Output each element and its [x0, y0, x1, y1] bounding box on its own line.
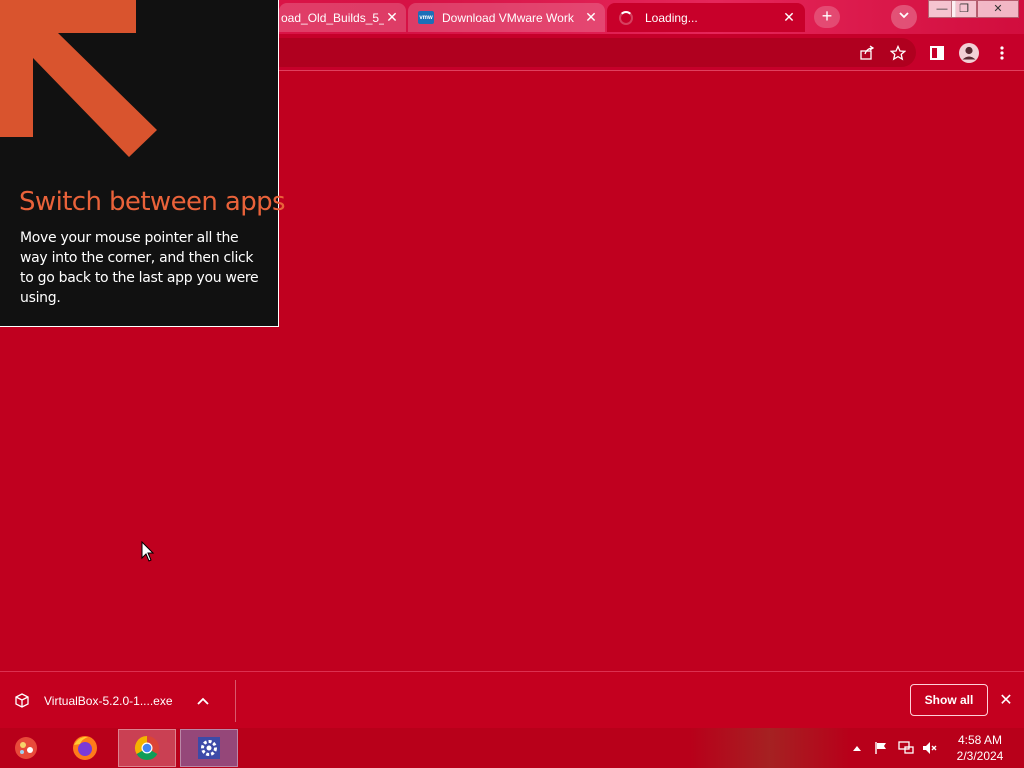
tab-title: Download VMware Work: [442, 10, 574, 25]
volume-muted-icon[interactable]: [920, 728, 940, 768]
tab-title: oad_Old_Builds_5_: [281, 10, 384, 25]
network-icon[interactable]: [897, 728, 915, 768]
chevron-up-icon[interactable]: [196, 696, 209, 706]
restore-button[interactable]: ❐: [951, 0, 977, 18]
download-shelf: VirtualBox-5.2.0-1....exe Show all ✕: [0, 671, 1024, 728]
share-icon[interactable]: [855, 34, 879, 71]
new-tab-button[interactable]: +: [814, 6, 840, 28]
tab-close-icon[interactable]: ✕: [781, 9, 797, 26]
firefox-icon[interactable]: [56, 729, 114, 767]
tab-loading[interactable]: Loading... ✕: [607, 3, 805, 32]
show-all-button[interactable]: Show all: [910, 684, 988, 716]
tab-old-builds[interactable]: oad_Old_Builds_5_ ✕: [279, 3, 406, 32]
hint-body: Move your mouse pointer all the way into…: [20, 230, 259, 306]
loading-spinner-icon: [619, 10, 633, 25]
tab-vmware[interactable]: vmw Download VMware Work ✕: [408, 3, 605, 32]
chevron-down-icon: [899, 12, 909, 19]
tab-close-icon[interactable]: ✕: [583, 9, 599, 26]
bookmark-star-icon[interactable]: [886, 34, 910, 71]
tab-close-icon[interactable]: ✕: [384, 9, 400, 26]
tab-search-button[interactable]: [891, 5, 917, 29]
chrome-icon[interactable]: [118, 729, 176, 767]
shelf-divider: [235, 680, 236, 722]
download-file-name: VirtualBox-5.2.0-1....exe: [44, 694, 173, 708]
download-item[interactable]: VirtualBox-5.2.0-1....exe: [14, 684, 209, 718]
start-orb-icon[interactable]: [0, 729, 52, 767]
clock-date: 2/3/2024: [956, 749, 1004, 763]
windows-taskbar: 4:58 AM 2/3/2024: [0, 728, 1024, 768]
clock-time: 4:58 AM: [957, 733, 1003, 747]
side-panel-icon[interactable]: [925, 34, 949, 71]
system-clock[interactable]: 4:58 AM 2/3/2024: [950, 732, 1010, 764]
mouse-cursor-icon: [141, 541, 155, 562]
close-window-button[interactable]: ✕: [977, 0, 1019, 18]
hint-title: Switch between apps: [19, 187, 286, 217]
address-bar[interactable]: [250, 38, 916, 67]
vmware-favicon-icon: vmw: [418, 11, 434, 24]
menu-kebab-icon[interactable]: [990, 34, 1014, 71]
close-shelf-icon[interactable]: ✕: [998, 690, 1014, 710]
profile-avatar-icon[interactable]: [957, 34, 981, 71]
tab-title: Loading...: [645, 10, 698, 25]
show-hidden-icons-icon[interactable]: [850, 728, 864, 768]
switch-apps-hint-panel: Switch between apps Move your mouse poin…: [0, 0, 286, 327]
settings-gear-icon[interactable]: [180, 729, 238, 767]
action-center-flag-icon[interactable]: [872, 728, 890, 768]
virtualbox-file-icon: [15, 693, 29, 708]
corner-arrow-icon: [0, 0, 157, 157]
